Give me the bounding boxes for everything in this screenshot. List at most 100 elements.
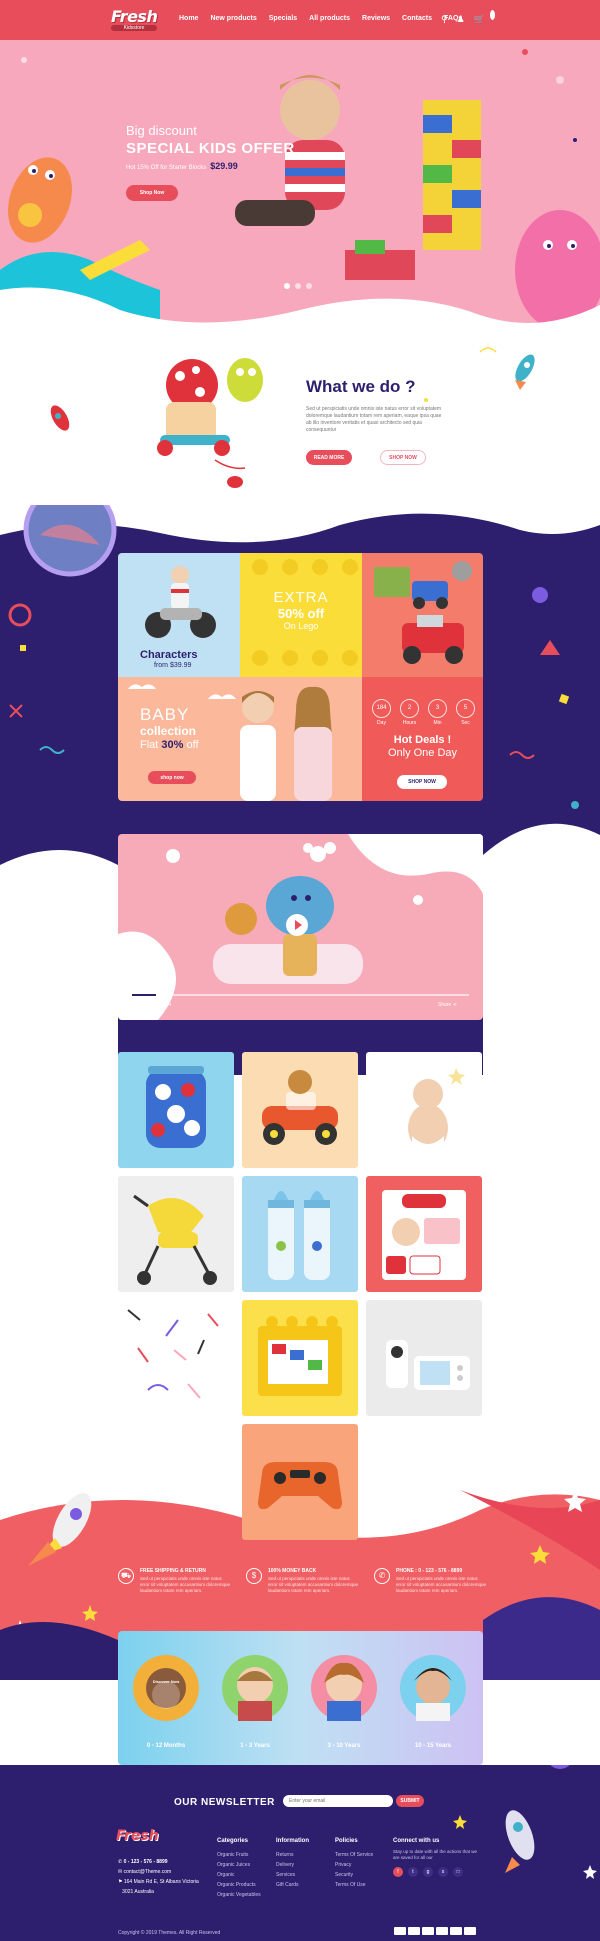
countdown-days: 184 Day: [372, 699, 391, 726]
amex-icon: [436, 1927, 448, 1935]
footer-link[interactable]: Organic Products: [217, 1880, 261, 1890]
huggies-pack-image: [382, 1190, 466, 1280]
footer-link[interactable]: Organic Juices: [217, 1860, 261, 1870]
shop-now-outline-button[interactable]: SHOP NOW: [380, 450, 426, 465]
features-row: ⛟ FREE SHIPPING & RETURN Sed ut perspicia…: [118, 1568, 488, 1594]
video-controls: ⏮ ❚❚ ⏭: [132, 1002, 171, 1009]
main-menu: Home New products Specials All products …: [179, 15, 462, 22]
menu-contacts[interactable]: Contacts: [402, 15, 432, 22]
facebook-icon[interactable]: f: [393, 1867, 403, 1877]
product-card-baby-monitor[interactable]: [366, 1300, 482, 1416]
previous-icon[interactable]: ⏮: [132, 1002, 137, 1009]
footer-link[interactable]: Delivery: [276, 1860, 309, 1870]
small-rocket-right: [515, 354, 535, 390]
countdown-seconds: 5 Sec: [456, 699, 475, 726]
age-3-10-years[interactable]: 3 - 10 Years: [306, 1655, 382, 1749]
product-card-diapers-pack[interactable]: [366, 1176, 482, 1292]
footer-link[interactable]: Terms Of Service: [335, 1850, 373, 1860]
countdown-timer: 184 Day 2 Hours 3 Min 5 Sec: [372, 699, 475, 726]
truck-icon: ⛟: [118, 1568, 134, 1584]
copyright: Copyright © 2019 Themes. All Right Reser…: [118, 1930, 221, 1936]
age-categories: Discover Now 0 - 12 Months 1 - 3 Years 3…: [118, 1631, 483, 1765]
menu-new-products[interactable]: New products: [210, 15, 256, 22]
countdown-minutes-value: 3: [428, 699, 447, 718]
footer-link[interactable]: Terms Of Use: [335, 1880, 373, 1890]
cloth-diaper-image: [146, 1066, 206, 1148]
footer: OUR NEWSLETTER SUBMIT Fresh ✆ 0 - 123 - …: [0, 1765, 600, 1941]
footer-phone: ✆ 0 - 123 - 576 - 8899: [118, 1859, 168, 1865]
age-1-3-years[interactable]: 1 - 3 Years: [217, 1655, 293, 1749]
product-card-lego-box[interactable]: [242, 1300, 358, 1416]
instagram-icon[interactable]: □: [453, 1867, 463, 1877]
countdown-seconds-value: 5: [456, 699, 475, 718]
countdown-minutes-label: Min: [433, 720, 442, 726]
footer-link[interactable]: Security: [335, 1870, 373, 1880]
product-card-gamepad[interactable]: [242, 1424, 358, 1540]
menu-specials[interactable]: Specials: [269, 15, 297, 22]
hero-shop-now-button[interactable]: Shop Now: [126, 185, 178, 201]
product-card-bottles[interactable]: [242, 1176, 358, 1292]
countdown-hours-value: 2: [400, 699, 419, 718]
logo-text: Fresh: [111, 7, 158, 26]
pause-icon[interactable]: ❚❚: [146, 1002, 156, 1009]
lego-offer-text: EXTRA 50% off On Lego: [240, 589, 362, 631]
social-links: f t g s □: [393, 1867, 483, 1877]
google-plus-icon[interactable]: g: [423, 1867, 433, 1877]
hero-sub-text: Hot 15% Off for Starter Blocks: [126, 165, 207, 171]
slider-dot-3[interactable]: [306, 283, 312, 289]
menu-all-products[interactable]: All products: [309, 15, 350, 22]
twitter-icon[interactable]: t: [408, 1867, 418, 1877]
hero-decoration: [0, 49, 600, 340]
play-button[interactable]: [286, 914, 308, 936]
footer-link[interactable]: Gift Cards: [276, 1880, 309, 1890]
countdown-hours-label: Hours: [402, 720, 417, 726]
hot-deals-shop-now-button[interactable]: SHOP NOW: [397, 775, 447, 789]
feature-shipping-title: FREE SHIPPING & RETURN: [140, 1568, 206, 1574]
newsletter-submit-button[interactable]: SUBMIT: [396, 1795, 424, 1807]
baby-discount-post: off: [186, 739, 199, 751]
footer-link[interactable]: Returns: [276, 1850, 309, 1860]
hot-deals-subtitle: Only One Day: [387, 747, 458, 759]
footer-link[interactable]: Organic Fruits: [217, 1850, 261, 1860]
age-3-10-image: [311, 1655, 377, 1721]
product-card-stroller[interactable]: [118, 1176, 234, 1292]
product-card-toy-car[interactable]: [242, 1052, 358, 1168]
footer-contact: ✆ 0 - 123 - 576 - 8899 ✉ contact@Theme.c…: [118, 1857, 199, 1897]
video-player[interactable]: ⏮ ❚❚ ⏭ Share ≺: [118, 834, 483, 1020]
newsletter-email-input[interactable]: [283, 1795, 393, 1807]
footer-link[interactable]: Privacy: [335, 1860, 373, 1870]
footer-link[interactable]: Services: [276, 1870, 309, 1880]
hero-price: $29.99: [210, 161, 238, 171]
cart-icon[interactable]: 🛒 0: [474, 10, 495, 25]
baby-title: BABY: [140, 705, 190, 724]
site-logo[interactable]: Fresh Kidsstore: [111, 7, 158, 35]
product-card-baby-moon[interactable]: [366, 1052, 482, 1168]
toy-cars-card[interactable]: [362, 553, 483, 677]
toddler-face-image: [237, 1667, 273, 1721]
baby-collection-card[interactable]: BABY collection Flat 30% off shop now: [118, 677, 362, 801]
footer-link[interactable]: Organic: [217, 1870, 261, 1880]
read-more-button[interactable]: READ MORE: [306, 450, 352, 465]
baby-monitor-image: [386, 1340, 470, 1390]
search-icon[interactable]: ⚲: [441, 13, 448, 25]
baby-shop-now-button[interactable]: shop now: [148, 771, 196, 784]
share-button[interactable]: Share ≺: [438, 1002, 457, 1008]
slider-dot-1[interactable]: [284, 283, 290, 289]
slider-dot-2[interactable]: [295, 283, 301, 289]
age-10-15-years[interactable]: 10 - 15 Years: [395, 1655, 471, 1749]
footer-email[interactable]: ✉ contact@Theme.com: [118, 1867, 199, 1877]
user-icon[interactable]: ♟: [457, 13, 465, 25]
footer-logo-text: Fresh: [116, 1828, 159, 1844]
footer-address: ⚑ 164 Main Rd E, St Albans Victoria 3021…: [118, 1879, 199, 1895]
characters-card[interactable]: Characters from $39.99: [118, 553, 240, 677]
skype-icon[interactable]: s: [438, 1867, 448, 1877]
menu-home[interactable]: Home: [179, 15, 198, 22]
product-card-diaper[interactable]: [118, 1052, 234, 1168]
menu-reviews[interactable]: Reviews: [362, 15, 390, 22]
footer-link[interactable]: Organic Vegetables: [217, 1890, 261, 1900]
video-progress-bar[interactable]: [132, 994, 469, 996]
age-0-12-months[interactable]: Discover Now 0 - 12 Months: [128, 1655, 204, 1749]
lego-offer-card[interactable]: EXTRA 50% off On Lego: [240, 553, 362, 677]
next-icon[interactable]: ⏭: [165, 1002, 170, 1009]
footer-logo[interactable]: Fresh: [116, 1827, 159, 1851]
